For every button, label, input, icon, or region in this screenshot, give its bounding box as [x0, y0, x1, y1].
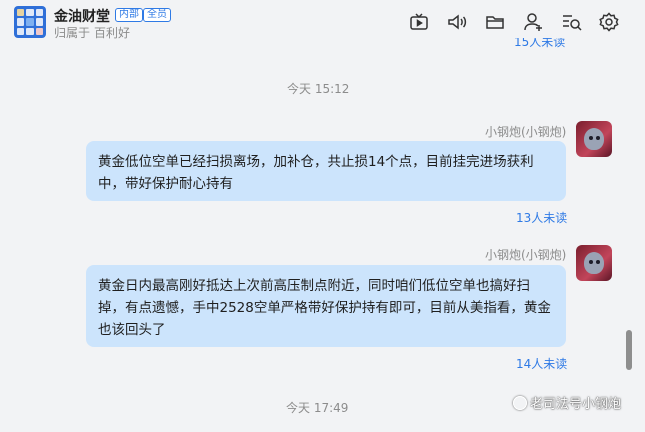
- message-bubble[interactable]: 黄金低位空单已经扫损离场，加补仓，共止损14个点，目前挂完进场获利中，带好保护耐…: [86, 141, 566, 201]
- message-bubble[interactable]: 黄金日内最高刚好抵达上次前高压制点附近，同时咱们低位空单也搞好扫掉，有点遗憾，手…: [86, 265, 566, 347]
- watermark-logo-icon: [513, 396, 527, 410]
- folder-icon[interactable]: [484, 11, 506, 33]
- group-avatar[interactable]: [14, 6, 46, 38]
- watermark-text: 老司法号小钢炮: [530, 397, 622, 412]
- sender-name: 小钢炮(小钢炮): [485, 125, 567, 139]
- sender-avatar[interactable]: [576, 121, 612, 157]
- timestamp: 今天 15:12: [287, 82, 350, 96]
- owner-label: 归属于: [54, 26, 91, 40]
- video-icon[interactable]: [408, 11, 430, 33]
- all-members-badge: 全员: [143, 8, 171, 22]
- sender-name: 小钢炮(小钢炮): [485, 248, 567, 262]
- sender-avatar[interactable]: [576, 245, 612, 281]
- timestamp: 今天 17:49: [286, 401, 349, 415]
- watermark: 老司法号小钢炮: [513, 393, 621, 412]
- previous-unread-count[interactable]: 15人未读: [514, 38, 565, 48]
- add-member-icon[interactable]: [522, 11, 544, 33]
- internal-badge: 内部: [115, 8, 143, 22]
- unread-count[interactable]: 13人未读: [516, 209, 567, 226]
- owner-org[interactable]: 百利好: [94, 26, 130, 40]
- owner-info: 归属于 百利好: [54, 24, 130, 41]
- unread-count[interactable]: 14人未读: [516, 355, 567, 372]
- group-name[interactable]: 金油财堂: [54, 6, 110, 26]
- voice-icon[interactable]: [446, 11, 468, 33]
- scrollbar[interactable]: [626, 330, 632, 370]
- settings-icon[interactable]: [598, 11, 620, 33]
- search-messages-icon[interactable]: [560, 11, 582, 33]
